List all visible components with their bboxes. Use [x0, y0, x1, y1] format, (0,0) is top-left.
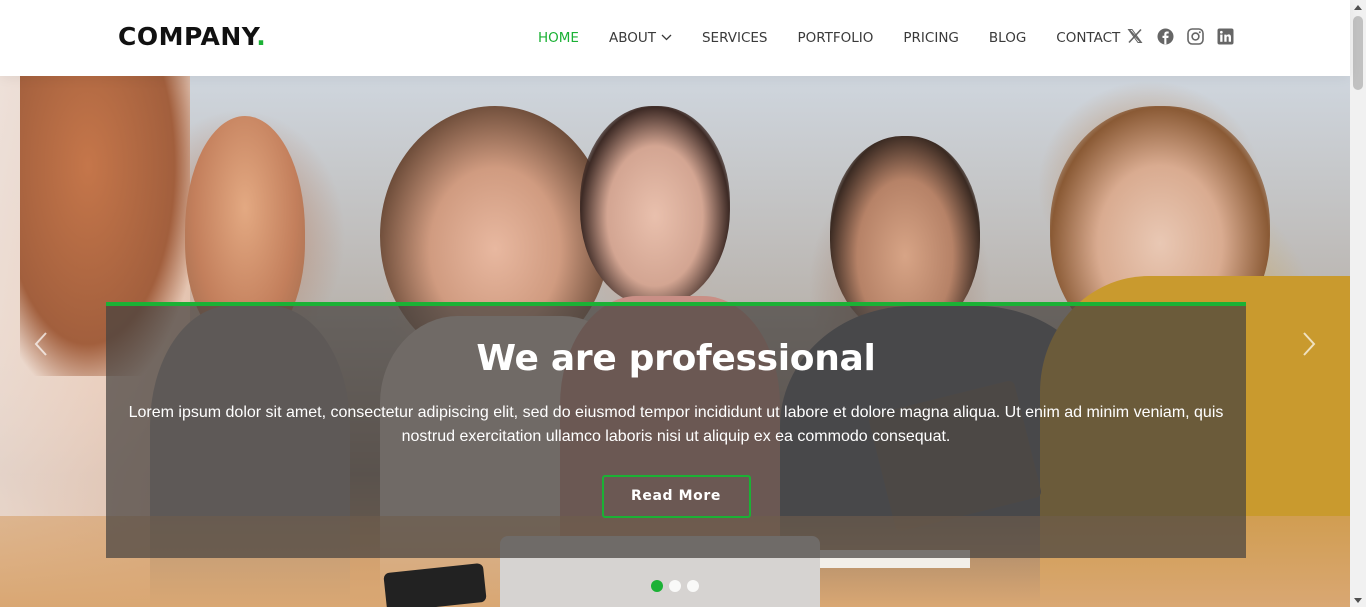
chevron-right-icon[interactable] — [1294, 324, 1324, 364]
carousel-indicators — [651, 580, 705, 592]
nav-item-label: CONTACT — [1056, 30, 1121, 46]
nav-item-portfolio[interactable]: PORTFOLIO — [797, 30, 873, 46]
linkedin-icon[interactable] — [1216, 27, 1234, 45]
nav-item-contact[interactable]: CONTACT — [1056, 30, 1120, 46]
nav-item-pricing[interactable]: PRICING — [903, 30, 958, 46]
nav-item-label: ABOUT — [608, 30, 656, 46]
company-logo[interactable]: COMPANY. — [118, 22, 266, 51]
scroll-down-arrow-icon[interactable] — [1350, 593, 1366, 607]
hero-text: Lorem ipsum dolor sit amet, consectetur … — [128, 404, 1224, 445]
carousel-indicator-3[interactable] — [687, 580, 699, 592]
social-links — [1126, 27, 1246, 45]
carousel-indicator-1[interactable] — [651, 580, 663, 592]
hero-caption: We are professional Lorem ipsum dolor si… — [106, 302, 1246, 558]
nav-item-home[interactable]: HOME — [538, 30, 579, 46]
logo-dot: . — [256, 22, 267, 51]
hero-title: We are professional — [476, 338, 876, 379]
carousel-indicator-2[interactable] — [669, 580, 681, 592]
facebook-icon[interactable] — [1156, 27, 1174, 45]
logo-text: COMPANY — [118, 22, 257, 51]
nav-item-label: HOME — [538, 30, 579, 46]
chevron-down-icon — [661, 29, 672, 45]
scroll-up-arrow-icon[interactable] — [1350, 0, 1366, 14]
nav-item-blog[interactable]: BLOG — [989, 30, 1026, 46]
x-icon[interactable] — [1126, 27, 1144, 45]
nav-item-label: PRICING — [903, 30, 959, 46]
nav-item-label: SERVICES — [701, 30, 768, 46]
nav-item-services[interactable]: SERVICES — [702, 30, 767, 46]
main-nav: HOME ABOUT SERVICES PORTFOLIO PRICING BL… — [538, 0, 1150, 76]
page-scrollbar[interactable] — [1350, 0, 1366, 607]
read-more-button[interactable]: Read More — [601, 475, 751, 518]
scrollbar-thumb[interactable] — [1353, 16, 1363, 90]
site-header: COMPANY. HOME ABOUT SERVICES PORTFOLIO P… — [0, 0, 1350, 76]
hero-carousel: We are professional Lorem ipsum dolor si… — [0, 76, 1350, 607]
chevron-left-icon[interactable] — [26, 324, 56, 364]
instagram-icon[interactable] — [1186, 27, 1204, 45]
nav-item-about[interactable]: ABOUT — [609, 30, 672, 46]
nav-item-label: BLOG — [988, 30, 1027, 46]
nav-item-label: PORTFOLIO — [797, 30, 874, 46]
